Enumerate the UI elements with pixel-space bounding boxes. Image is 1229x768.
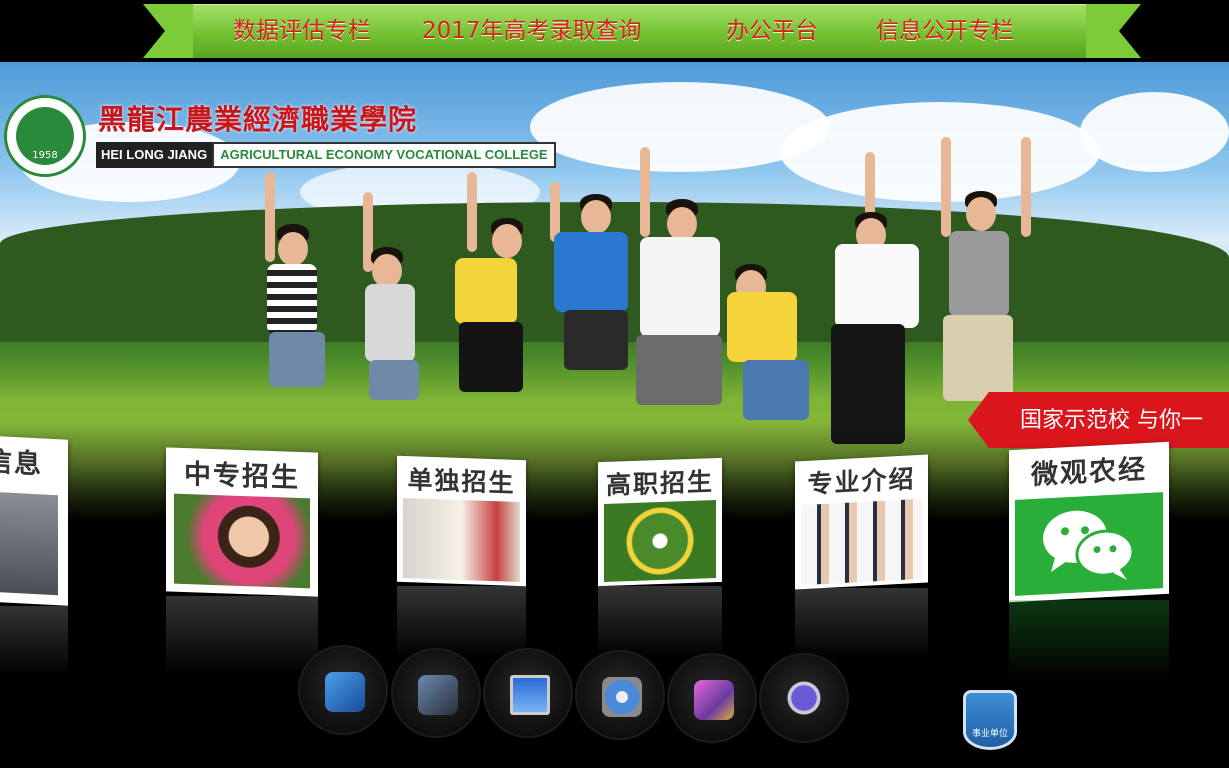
- college-name-en-part2: AGRICULTURAL ECONOMY VOCATIONAL COLLEGE: [212, 142, 556, 168]
- slogan-text: 国家示范校 与你一: [1020, 408, 1203, 433]
- nav-data-assessment[interactable]: 数据评估专栏: [233, 14, 371, 48]
- settings-icon: [602, 677, 642, 717]
- card-title: 单独招生: [407, 465, 516, 498]
- cloud: [780, 102, 1100, 202]
- photos-icon: [325, 672, 365, 712]
- card-secondary-admission[interactable]: 中专招生: [166, 447, 318, 597]
- dock-folder-button[interactable]: [667, 653, 757, 743]
- top-nav: 数据评估专栏 2017年高考录取查询 办公平台 信息公开专栏: [0, 14, 1229, 50]
- college-name-en: HEI LONG JIANG AGRICULTURAL ECONOMY VOCA…: [96, 142, 556, 168]
- dock-photos-button[interactable]: [298, 645, 388, 735]
- dock-settings-button[interactable]: [575, 650, 665, 740]
- camera-icon: [418, 675, 458, 715]
- card-photo: [403, 497, 520, 583]
- card-title: 专业介绍: [807, 464, 916, 499]
- top-banner: 数据评估专栏 2017年高考录取查询 办公平台 信息公开专栏: [0, 0, 1229, 62]
- dock-search-button[interactable]: [759, 653, 849, 743]
- card-title: 微观农经: [1031, 453, 1147, 492]
- badge-label: 事业单位: [971, 729, 1008, 739]
- cloud: [1080, 92, 1229, 172]
- nav-admission-query[interactable]: 2017年高考录取查询: [422, 14, 642, 48]
- college-name-cn: 黑龍江農業經濟職業學院: [98, 103, 418, 136]
- nav-office-platform[interactable]: 办公平台: [726, 14, 818, 48]
- card-photo: [801, 498, 922, 586]
- card-wechat[interactable]: 微观农经: [1009, 441, 1169, 603]
- dock-camera-button[interactable]: [391, 648, 481, 738]
- nav-info-disclosure[interactable]: 信息公开专栏: [876, 14, 1014, 48]
- card-photo: [604, 500, 716, 582]
- folder-icon: [694, 680, 734, 720]
- card-independent-admission[interactable]: 单独招生: [397, 455, 526, 587]
- card-title: 高职招生: [605, 467, 714, 500]
- card-vocational-admission[interactable]: 高职招生: [598, 457, 722, 587]
- card-photo: [0, 492, 58, 596]
- college-seal-logo[interactable]: 1958: [4, 95, 86, 177]
- card-news[interactable]: 信息: [0, 436, 68, 606]
- card-reflection: [1009, 600, 1169, 696]
- seal-year: 1958: [32, 150, 58, 161]
- card-reflection: [166, 596, 318, 694]
- card-title: 中专招生: [184, 458, 300, 495]
- search-icon: [786, 680, 826, 720]
- dock-monitor-button[interactable]: [483, 648, 573, 738]
- card-title: 信息: [0, 446, 43, 481]
- wechat-logo-svg: [1043, 510, 1135, 581]
- wechat-icon: [1015, 492, 1163, 596]
- slogan-ribbon: 国家示范校 与你一: [968, 392, 1229, 448]
- monitor-icon: [510, 675, 550, 715]
- public-institution-badge[interactable]: 事业单位: [963, 690, 1017, 750]
- card-reflection: [0, 606, 68, 694]
- card-photo: [174, 493, 310, 589]
- card-program-intro[interactable]: 专业介绍: [795, 454, 928, 590]
- college-name-en-part1: HEI LONG JIANG: [96, 142, 213, 168]
